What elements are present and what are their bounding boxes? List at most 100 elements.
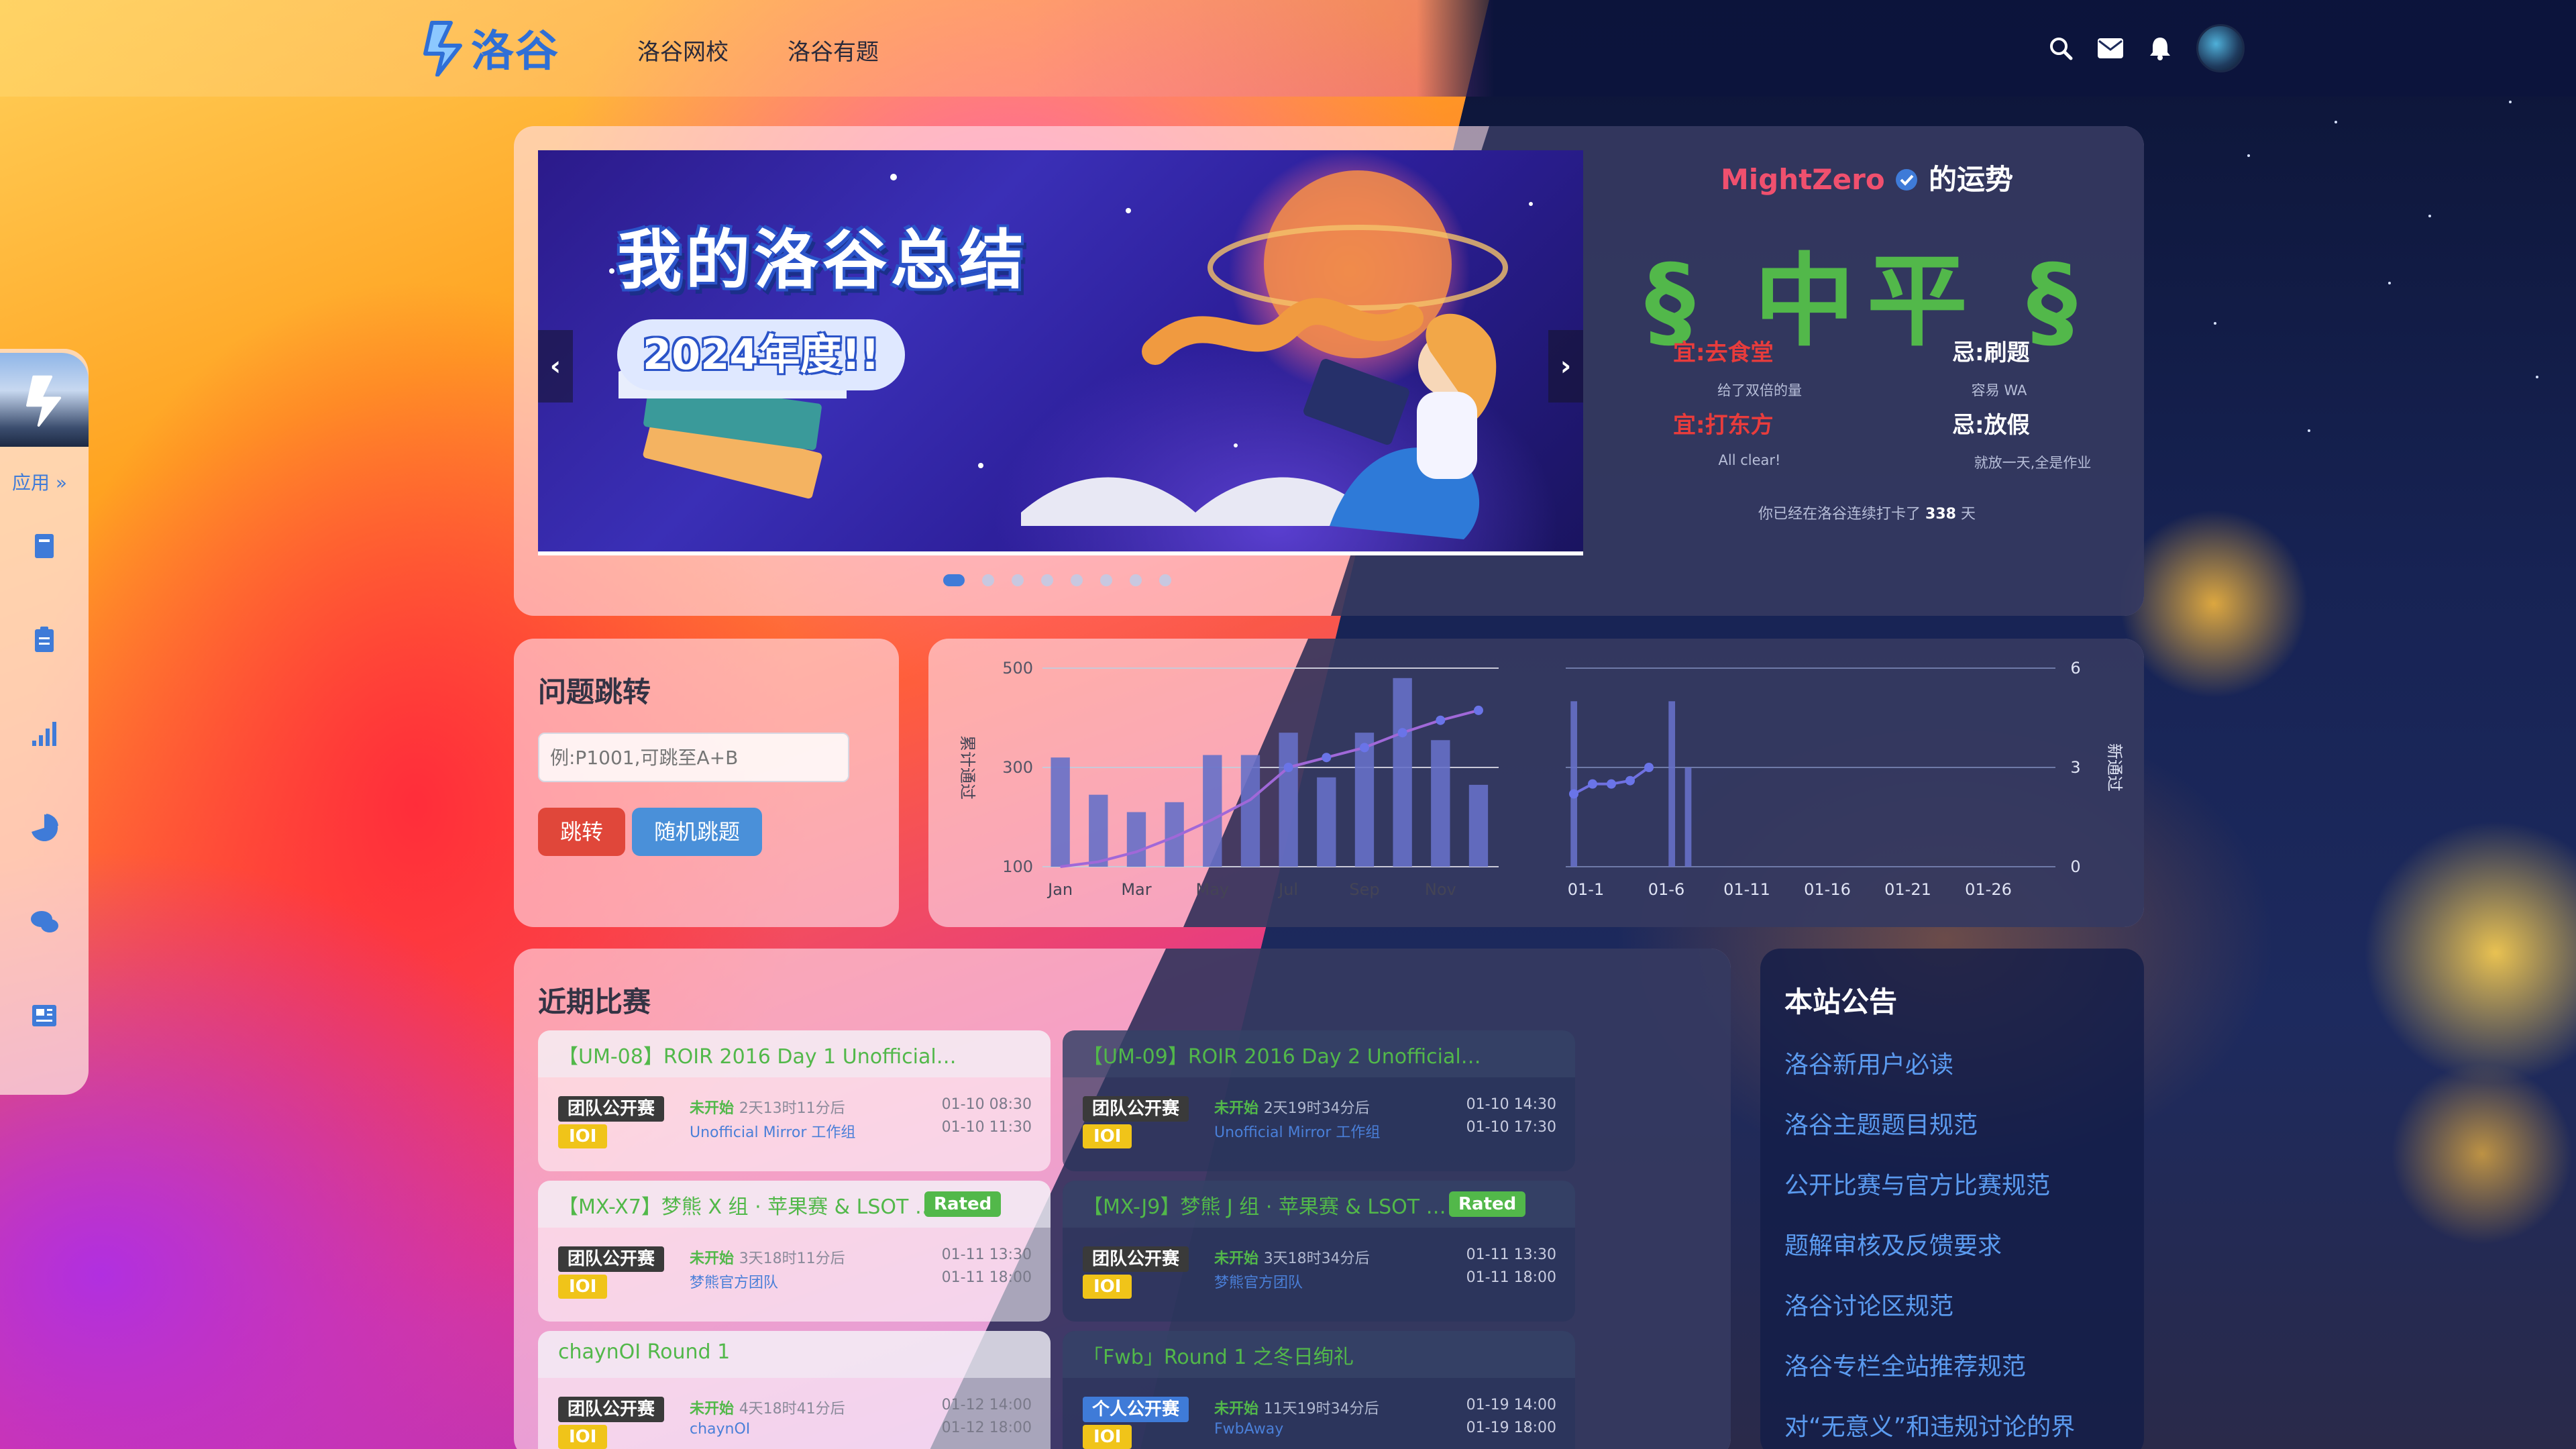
chart1-x-tick: Jan <box>1046 880 1073 899</box>
chart2-x-tick: 01-16 <box>1804 880 1851 899</box>
nav-link-online-school[interactable]: 洛谷网校 <box>637 34 729 66</box>
contest-type-badge: 团队公开赛 <box>558 1397 665 1422</box>
fortune-username[interactable]: MightZero <box>1721 163 1885 196</box>
chart2-point <box>1569 789 1578 799</box>
newspaper-icon[interactable] <box>28 1000 60 1032</box>
banner-carousel[interactable]: 我的洛谷总结 2024年度!! ‹ › <box>538 150 1583 555</box>
banner-subtitle: 2024年度!! <box>617 319 906 390</box>
mail-icon[interactable] <box>2097 35 2124 62</box>
announcements-card: 本站公告 洛谷新用户必读 洛谷主题题目规范 公开比赛与官方比赛规范 题解审核及反馈要求… <box>1760 949 2144 1449</box>
chart1-bar <box>1051 757 1070 867</box>
chart1-x-tick: Sep <box>1349 880 1379 899</box>
contest-end-time: 01-19 18:00 <box>1466 1419 1556 1436</box>
top-navigation-bar: 洛谷 洛谷网校 洛谷有题 <box>0 0 2576 97</box>
sidebar-apps-toggle[interactable]: 应用 » <box>12 468 67 495</box>
contest-rule-badge: IOI <box>1083 1275 1132 1299</box>
chart2-x-tick: 01-6 <box>1648 880 1684 899</box>
announcement-link[interactable]: 题解审核及反馈要求 <box>1784 1226 2002 1261</box>
luogu-logo[interactable]: 洛谷 <box>420 17 559 78</box>
carousel-dot[interactable] <box>1130 574 1142 586</box>
contest-start-time: 01-11 13:30 <box>941 1246 1032 1263</box>
chart1-y-label: 累计通过 <box>958 735 977 800</box>
bell-icon[interactable] <box>2147 35 2174 62</box>
carousel-dot[interactable] <box>982 574 994 586</box>
contest-item[interactable]: 【MX-J9】梦熊 J 组 · 苹果赛 & LSOT … Rated 团队公开赛 IO… <box>1063 1181 1575 1322</box>
search-icon[interactable] <box>2047 35 2074 62</box>
announcement-link[interactable]: 对“无意义”和违规讨论的界 <box>1784 1407 2075 1442</box>
contest-item[interactable]: 【MX-X7】梦熊 X 组 · 苹果赛 & LSOT … Rated 团队公开赛 IO… <box>538 1181 1051 1322</box>
banner-card: 我的洛谷总结 2024年度!! ‹ › MightZero 的运势 § 中平 §… <box>514 126 2144 616</box>
announcement-link[interactable]: 公开比赛与官方比赛规范 <box>1784 1166 2050 1201</box>
contest-host[interactable]: FwbAway <box>1214 1421 1283 1438</box>
contest-item[interactable]: 【UM-08】ROIR 2016 Day 1 Unofficial… 团队公开赛 I… <box>538 1030 1051 1171</box>
fortune-bad-1-note: 容易 WA <box>1971 382 2027 398</box>
contest-name[interactable]: 「Fwb」Round 1 之冬日绚礼 <box>1083 1340 1354 1370</box>
signal-bars-icon[interactable] <box>28 718 60 750</box>
contest-end-time: 01-11 18:00 <box>941 1269 1032 1286</box>
problem-id-input[interactable] <box>538 733 849 782</box>
sidebar-logo-tile[interactable] <box>0 353 89 447</box>
contest-start-time: 01-12 14:00 <box>941 1397 1032 1413</box>
chart1-y-tick: 100 <box>1002 857 1033 876</box>
random-problem-button[interactable]: 随机跳题 <box>632 808 762 856</box>
carousel-dot[interactable] <box>1100 574 1112 586</box>
luogu-logo-icon <box>423 21 462 76</box>
chart1-x-tick: May <box>1195 880 1229 899</box>
nav-link-problems[interactable]: 洛谷有题 <box>788 34 879 66</box>
chart2-x-tick: 01-26 <box>1965 880 2012 899</box>
carousel-prev-button[interactable]: ‹ <box>538 330 573 402</box>
chart1-bar <box>1468 784 1489 867</box>
checkin-streak: 你已经在洛谷连续打卡了 338 天 <box>1758 506 1976 523</box>
chart2-bar <box>1684 767 1692 867</box>
book-icon[interactable] <box>28 530 60 562</box>
contest-item[interactable]: 「Fwb」Round 1 之冬日绚礼 个人公开赛 IOI 未开始 11天19时34分后… <box>1063 1331 1575 1449</box>
contest-name[interactable]: chaynOI Round 1 <box>558 1340 730 1364</box>
chat-bubbles-icon[interactable] <box>28 906 60 938</box>
announcement-link[interactable]: 洛谷专栏全站推荐规范 <box>1784 1347 2026 1382</box>
contest-host[interactable]: Unofficial Mirror 工作组 <box>1214 1120 1380 1142</box>
chart2-x-tick: 01-1 <box>1568 880 1604 899</box>
jump-button[interactable]: 跳转 <box>538 808 625 856</box>
contest-status: 未开始 2天13时11分后 <box>690 1100 845 1117</box>
chart1-point <box>1436 715 1446 725</box>
star <box>2536 376 2538 378</box>
contest-host[interactable]: 梦熊官方团队 <box>690 1271 778 1292</box>
star <box>2388 282 2391 284</box>
contest-status: 未开始 11天19时34分后 <box>1214 1401 1379 1417</box>
contest-name[interactable]: 【MX-J9】梦熊 J 组 · 苹果赛 & LSOT … <box>1083 1190 1446 1220</box>
fortune-bad-1: 忌:刷题 <box>1952 339 2030 366</box>
carousel-dot[interactable] <box>1012 574 1024 586</box>
contest-host[interactable]: Unofficial Mirror 工作组 <box>690 1120 855 1142</box>
announcement-link[interactable]: 洛谷讨论区规范 <box>1784 1287 1953 1322</box>
contest-item[interactable]: chaynOI Round 1 团队公开赛 IOI 未开始 4天18时41分后 chay… <box>538 1331 1051 1449</box>
stats-charts: 100 300 500 Jan Mar May Jul Sep Nov 累计通过 0 3 6 01-1 01… <box>958 659 2124 899</box>
chart1-bar <box>1203 755 1222 867</box>
carousel-dot[interactable] <box>1159 574 1171 586</box>
contest-host[interactable]: 梦熊官方团队 <box>1214 1271 1303 1292</box>
chart1-x-tick: Nov <box>1425 880 1456 899</box>
user-avatar[interactable] <box>2196 24 2245 72</box>
contest-name[interactable]: 【UM-08】ROIR 2016 Day 1 Unofficial… <box>558 1040 957 1069</box>
app-sidebar: 应用 » <box>0 349 89 1095</box>
pie-chart-icon[interactable] <box>28 812 60 844</box>
star <box>2334 121 2337 123</box>
announcement-link[interactable]: 洛谷主题题目规范 <box>1784 1106 1978 1140</box>
contest-status: 未开始 4天18时41分后 <box>690 1401 845 1417</box>
contest-name[interactable]: 【UM-09】ROIR 2016 Day 2 Unofficial… <box>1083 1040 1481 1069</box>
chart1-point <box>1397 728 1407 738</box>
contest-host[interactable]: chaynOI <box>690 1421 750 1438</box>
problem-jump-card: 问题跳转 跳转 随机跳题 <box>514 639 899 927</box>
contest-name[interactable]: 【MX-X7】梦熊 X 组 · 苹果赛 & LSOT … <box>558 1190 935 1220</box>
star <box>2308 429 2310 432</box>
chart2-point <box>1607 779 1616 789</box>
carousel-dot[interactable] <box>1041 574 1053 586</box>
carousel-next-button[interactable]: › <box>1548 330 1583 402</box>
chart1-bar <box>1126 812 1146 867</box>
chart1-y-tick: 300 <box>1002 758 1033 777</box>
contest-item[interactable]: 【UM-09】ROIR 2016 Day 2 Unofficial… 团队公开赛 I… <box>1063 1030 1575 1171</box>
chart1-x-tick: Mar <box>1121 880 1151 899</box>
announcement-link[interactable]: 洛谷新用户必读 <box>1784 1045 1953 1080</box>
carousel-dot[interactable] <box>1071 574 1083 586</box>
clipboard-icon[interactable] <box>28 624 60 656</box>
carousel-dot[interactable] <box>943 574 965 586</box>
